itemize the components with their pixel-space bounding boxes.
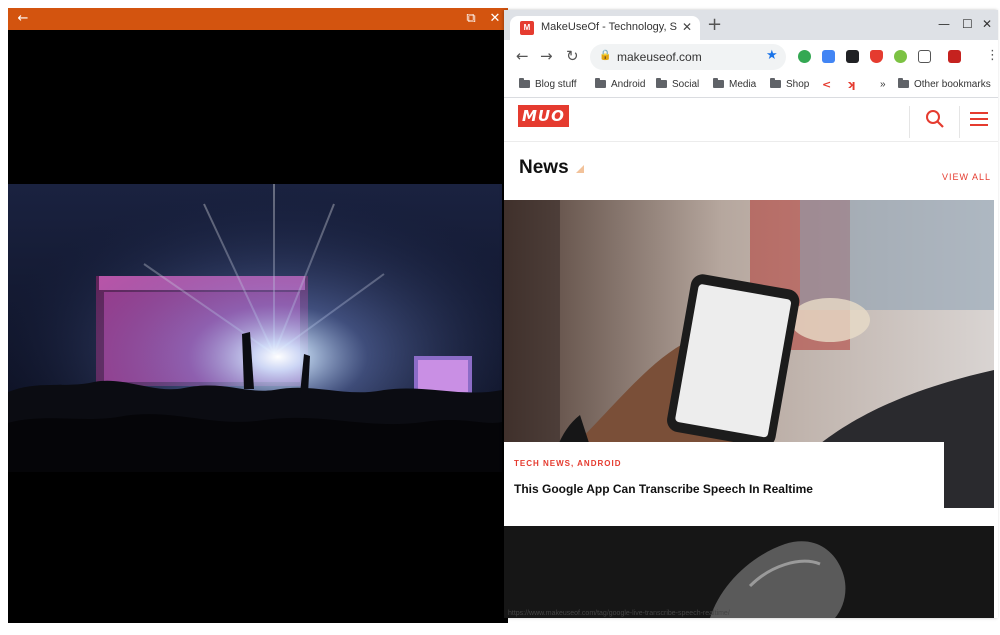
- close-icon[interactable]: ✕: [484, 8, 506, 30]
- shoe-photo-graphic: [504, 526, 994, 618]
- folder-icon: [519, 78, 530, 88]
- section-title: News: [519, 157, 569, 178]
- header-divider: [959, 106, 960, 138]
- header-divider: [909, 106, 910, 138]
- bookmark-folder-blog-stuff[interactable]: Blog stuff: [519, 78, 577, 90]
- window-close-icon[interactable]: ✕: [982, 17, 992, 31]
- second-article-image[interactable]: [504, 526, 994, 618]
- lock-icon: 🔒: [599, 50, 612, 61]
- chat-extension-icon[interactable]: [798, 50, 811, 63]
- gmail-extension-icon[interactable]: [948, 50, 961, 63]
- concert-photo: [8, 184, 502, 472]
- tab-strip: M MakeUseOf - Technology, Simplified ✕ +…: [504, 10, 998, 40]
- restore-window-icon[interactable]: ⧉: [460, 8, 482, 30]
- shield-extension-icon[interactable]: [870, 50, 883, 63]
- media-viewer-window: ← ⧉ ✕: [8, 8, 508, 623]
- folder-icon: [770, 78, 781, 88]
- bookmark-folder-media[interactable]: Media: [713, 78, 756, 90]
- tab-title: MakeUseOf - Technology, Simplified: [541, 21, 677, 33]
- tab-makeuseof[interactable]: M MakeUseOf - Technology, Simplified ✕: [510, 16, 700, 40]
- search-icon[interactable]: [925, 109, 945, 129]
- folder-icon: [898, 78, 909, 88]
- bookmark-folder-other[interactable]: Other bookmarks: [898, 78, 991, 90]
- address-bar[interactable]: 🔒 makeuseof.com ★: [590, 44, 786, 70]
- concert-photo-graphic: [8, 184, 502, 472]
- url-text[interactable]: makeuseof.com: [617, 50, 702, 64]
- menu-bar: [970, 124, 988, 126]
- article-tags[interactable]: TECH NEWS, ANDROID: [514, 459, 621, 468]
- article-title[interactable]: This Google App Can Transcribe Speech In…: [514, 482, 813, 496]
- menu-bar: [970, 118, 988, 120]
- view-all-link[interactable]: VIEW ALL: [942, 172, 991, 182]
- bookmarks-bar: Blog stuff Android Social Media Shop < ʞ…: [504, 74, 998, 98]
- site-header: MUO: [504, 98, 998, 142]
- chrome-window: M MakeUseOf - Technology, Simplified ✕ +…: [504, 10, 998, 618]
- media-viewer-titlebar: ← ⧉ ✕: [8, 8, 508, 30]
- translate-extension-icon[interactable]: [822, 50, 835, 63]
- browser-toolbar: ← → ↻ 🔒 makeuseof.com ★ ⋮: [504, 40, 998, 74]
- cast-extension-icon[interactable]: [918, 50, 931, 63]
- bookmark-star-icon[interactable]: ★: [766, 48, 778, 63]
- bookmark-red-icon-2[interactable]: ʞ: [847, 78, 855, 91]
- tab-close-icon[interactable]: ✕: [682, 20, 692, 34]
- bookmark-folder-social[interactable]: Social: [656, 78, 699, 90]
- bookmarks-overflow-button[interactable]: »: [880, 79, 886, 90]
- back-arrow-icon[interactable]: ←: [516, 48, 529, 64]
- more-menu-icon[interactable]: ⋮: [986, 48, 998, 63]
- folder-icon: [595, 78, 606, 88]
- reload-icon[interactable]: ↻: [566, 48, 579, 64]
- folder-icon: [656, 78, 667, 88]
- bookmark-folder-shop[interactable]: Shop: [770, 78, 809, 90]
- folder-icon: [713, 78, 724, 88]
- bookmark-folder-android[interactable]: Android: [595, 78, 645, 90]
- makeuseof-logo[interactable]: MUO: [518, 105, 569, 127]
- arrow-left-icon[interactable]: ←: [12, 8, 34, 30]
- minimize-icon[interactable]: —: [938, 17, 950, 31]
- grammar-extension-icon[interactable]: [894, 50, 907, 63]
- article-card[interactable]: TECH NEWS, ANDROID This Google App Can T…: [504, 442, 944, 528]
- status-bar-url: https://www.makeuseof.com/tag/google-liv…: [508, 610, 730, 617]
- hamburger-menu-icon[interactable]: [970, 112, 988, 126]
- forward-arrow-icon[interactable]: →: [540, 48, 553, 64]
- section-title-accent: [576, 165, 584, 173]
- bookmark-red-icon[interactable]: <: [822, 78, 831, 91]
- maximize-icon[interactable]: ☐: [962, 17, 973, 31]
- pocket-extension-icon[interactable]: [846, 50, 859, 63]
- new-tab-button[interactable]: +: [707, 16, 722, 34]
- makeuseof-favicon-icon: M: [520, 21, 534, 35]
- menu-bar: [970, 112, 988, 114]
